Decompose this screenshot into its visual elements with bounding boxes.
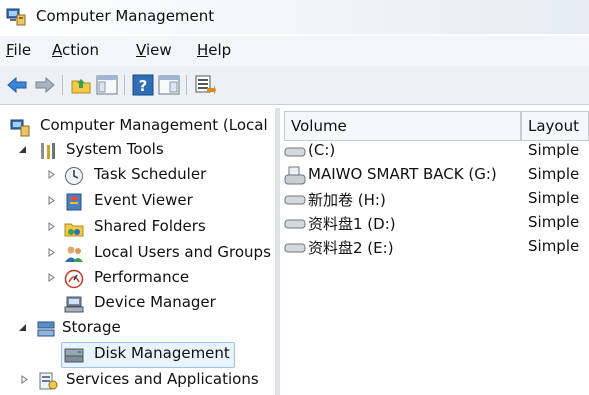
expanded-triangle-icon[interactable] [18,323,27,332]
column-header-volume[interactable]: Volume [284,111,521,141]
volume-name: 新加卷 (H:) [308,191,386,209]
toolbar-separator [124,75,125,95]
collapsed-triangle-icon[interactable] [47,196,56,205]
tree-item-label: Event Viewer [94,191,193,209]
tree-item-label: System Tools [66,140,164,158]
tree-item-label: Disk Management [94,344,230,362]
export-list-icon[interactable] [194,74,216,96]
tree-item-label: Storage [62,318,121,336]
column-header-layout[interactable]: Layout [521,111,589,141]
expanded-triangle-icon[interactable] [18,145,27,154]
column-header-label: Volume [291,117,347,135]
volume-layout: Simple [528,237,580,255]
drive-icon [284,219,306,229]
show-hide-tree-icon[interactable] [96,74,118,96]
computer-management-icon [10,119,30,137]
volume-list: Volume Layout (C:) Simple MAIWO SMART BA… [280,108,589,395]
tree-item-label: Device Manager [94,293,216,311]
event-viewer-icon [66,193,82,211]
volume-name: (C:) [308,141,336,159]
forward-arrow-icon[interactable] [34,74,56,96]
drive-icon [284,243,306,253]
collapsed-triangle-icon[interactable] [47,222,56,231]
volume-row[interactable]: 资料盘2 (E:) Simple [280,236,589,260]
window-title: Computer Management [36,7,215,25]
performance-gauge-icon [64,269,84,289]
properties-pane-icon[interactable] [158,74,180,96]
menu-file[interactable]: File [6,41,31,59]
volume-name: 资料盘2 (E:) [308,239,394,257]
tree-item-label: Computer Management (Local [40,116,268,134]
toolbar-separator [186,75,187,95]
tree-item-label: Services and Applications [66,370,259,388]
volume-row[interactable]: MAIWO SMART BACK (G:) Simple [280,164,589,188]
volume-layout: Simple [528,189,580,207]
volume-name: 资料盘1 (D:) [308,215,396,233]
volume-row[interactable]: (C:) Simple [280,140,589,164]
services-icon [39,372,58,390]
back-arrow-icon[interactable] [6,74,28,96]
storage-icon [37,321,55,337]
tree-item-label: Performance [94,268,190,286]
removable-drive-icon [284,166,306,185]
tree-item-label: Shared Folders [94,217,206,235]
drive-icon [284,195,306,205]
disk-management-icon [64,348,84,363]
tree-item-label: Task Scheduler [94,165,207,183]
tools-icon [41,143,55,159]
menu-bar: File Action View Help [0,36,589,66]
toolbar-separator [62,75,63,95]
volume-layout: Simple [528,141,580,159]
help-icon[interactable]: ? [132,74,154,96]
collapsed-triangle-icon[interactable] [47,170,56,179]
shared-folder-icon [64,223,84,237]
clock-icon [65,167,83,185]
collapsed-triangle-icon[interactable] [20,375,29,384]
menu-help[interactable]: Help [197,41,231,59]
svg-text:?: ? [139,77,148,95]
users-icon [65,246,83,262]
tree-item-label: Local Users and Groups [94,243,271,261]
volume-layout: Simple [528,213,580,231]
toolbar: ? [0,66,589,105]
title-bar: Computer Management [0,0,589,34]
volume-layout: Simple [528,165,580,183]
volume-row[interactable]: 资料盘1 (D:) Simple [280,212,589,236]
menu-view[interactable]: View [136,41,172,59]
column-header-label: Layout [528,117,579,135]
up-folder-icon[interactable] [70,74,92,96]
volume-name: MAIWO SMART BACK (G:) [308,165,497,183]
computer-management-icon [6,8,26,26]
collapsed-triangle-icon[interactable] [47,248,56,257]
device-manager-icon [64,296,84,313]
volume-row[interactable]: 新加卷 (H:) Simple [280,188,589,212]
drive-icon [284,147,306,157]
collapsed-triangle-icon[interactable] [47,273,56,282]
menu-action[interactable]: Action [52,41,99,59]
